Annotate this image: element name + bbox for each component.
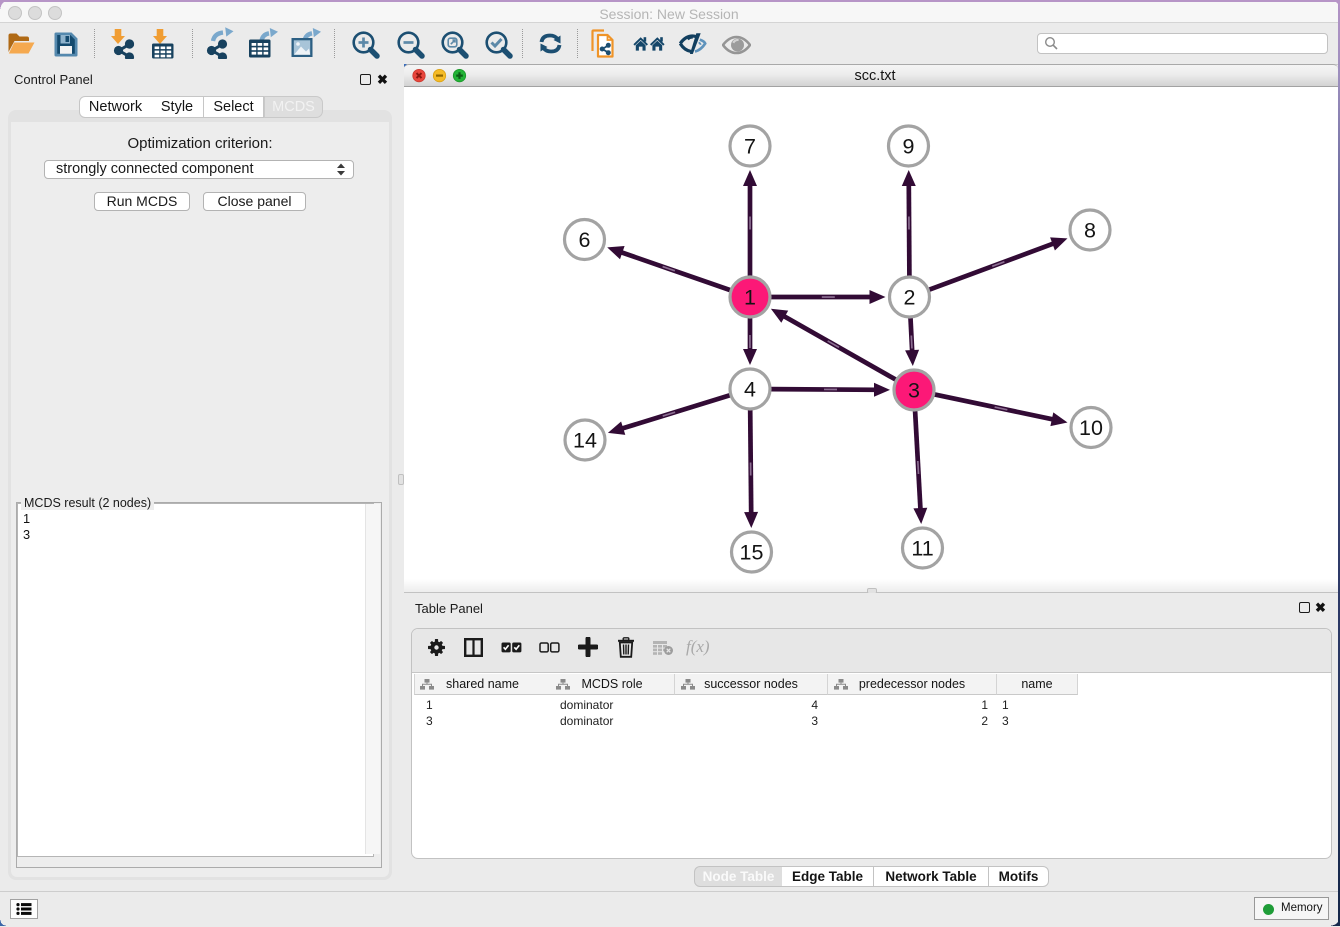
svg-text:10: 10 <box>1079 416 1103 440</box>
svg-text:11: 11 <box>911 536 933 560</box>
svg-text:1: 1 <box>744 285 756 309</box>
svg-text:3: 3 <box>908 378 920 402</box>
svg-text:14: 14 <box>573 428 597 452</box>
svg-text:2: 2 <box>904 285 916 309</box>
svg-text:9: 9 <box>903 134 915 158</box>
svg-text:15: 15 <box>740 540 764 564</box>
svg-text:7: 7 <box>744 134 756 158</box>
svg-text:8: 8 <box>1084 218 1096 242</box>
svg-text:6: 6 <box>579 228 591 252</box>
svg-text:4: 4 <box>744 377 756 401</box>
